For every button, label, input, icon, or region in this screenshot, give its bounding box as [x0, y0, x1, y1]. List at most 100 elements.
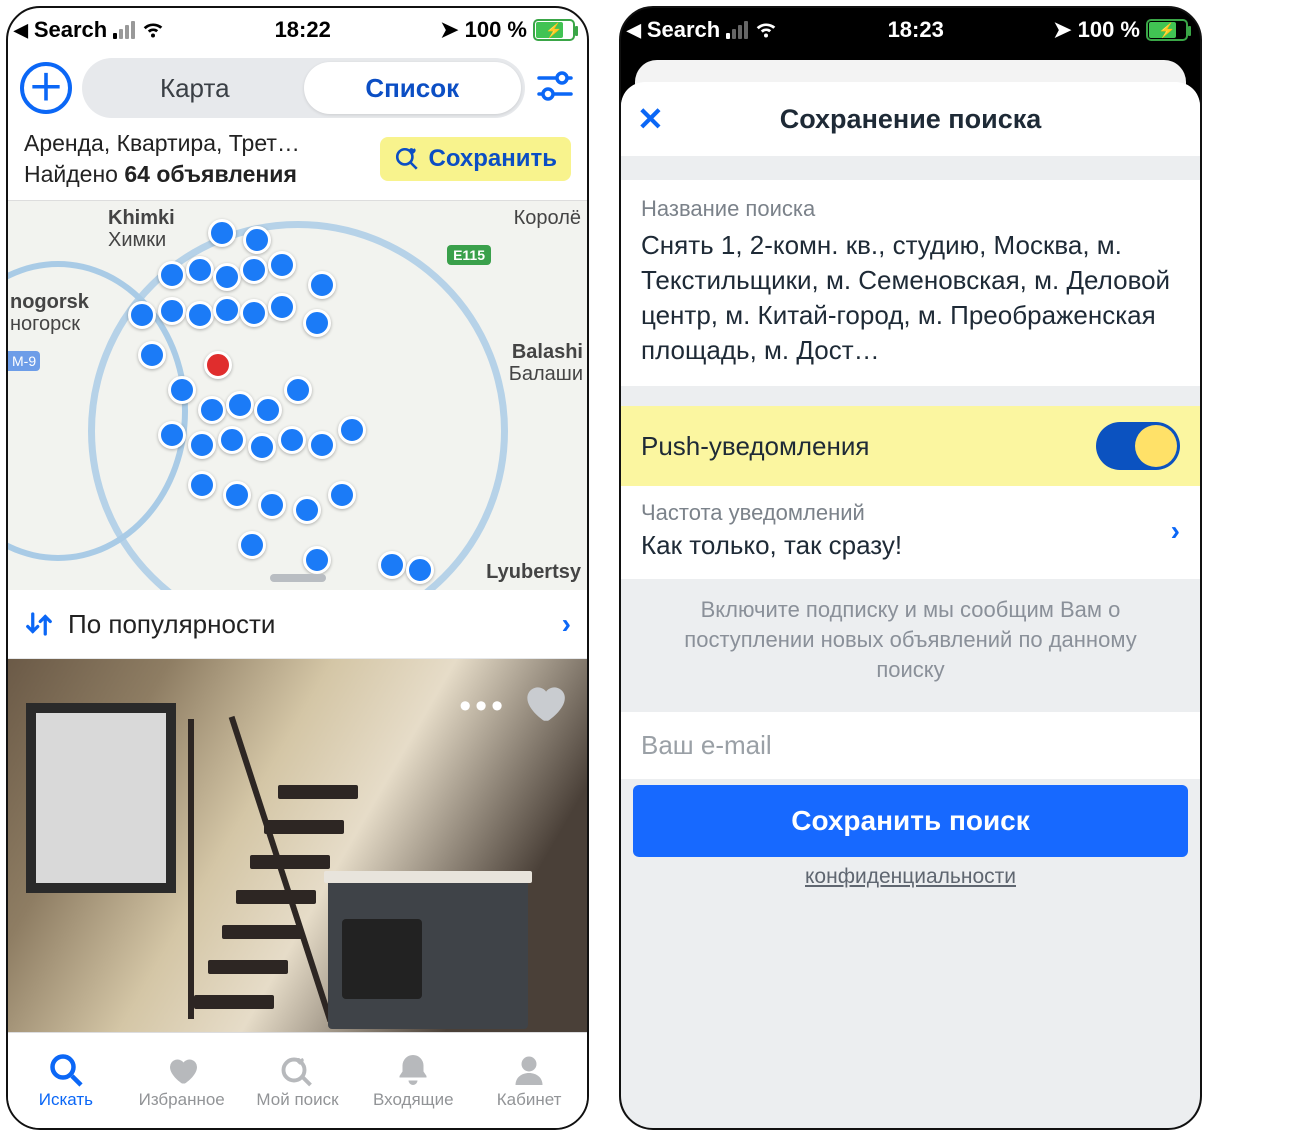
- segmented-control[interactable]: Карта Список: [82, 58, 525, 118]
- found-prefix: Найдено: [24, 161, 124, 187]
- map-pin[interactable]: [138, 341, 166, 369]
- map-pin[interactable]: [238, 531, 266, 559]
- map-pin[interactable]: [186, 256, 214, 284]
- segment-list[interactable]: Список: [304, 62, 522, 114]
- map-pin[interactable]: [278, 426, 306, 454]
- photo-kitchen: [328, 879, 528, 1029]
- map-pin[interactable]: [198, 396, 226, 424]
- map-pin[interactable]: [218, 426, 246, 454]
- map-pin[interactable]: [284, 376, 312, 404]
- favorite-button[interactable]: [519, 677, 569, 732]
- map-pin[interactable]: [168, 376, 196, 404]
- map-pin[interactable]: [243, 226, 271, 254]
- save-search-sheet: ✕ Сохранение поиска Название поиска Снят…: [621, 82, 1200, 1128]
- map-pin[interactable]: [240, 256, 268, 284]
- frequency-row[interactable]: Частота уведомлений Как только, так сраз…: [621, 486, 1200, 579]
- hint-text: Включите подписку и мы сообщим Вам о пос…: [621, 579, 1200, 700]
- map-pin[interactable]: [378, 551, 406, 579]
- more-icon[interactable]: •••: [459, 687, 507, 726]
- map-pin-current[interactable]: [204, 351, 232, 379]
- map-city-label: Balashi: [512, 341, 583, 364]
- map-city-label: Химки: [108, 229, 166, 252]
- map-pin[interactable]: [158, 261, 186, 289]
- tab-bar: Искать Избранное Мой поиск Входящие Каби…: [8, 1032, 587, 1128]
- status-time: 18:23: [888, 17, 944, 43]
- map-pin[interactable]: [293, 496, 321, 524]
- map-city-label: Khimki: [108, 207, 175, 230]
- map-pin[interactable]: [338, 416, 366, 444]
- tab-search[interactable]: Искать: [8, 1033, 124, 1128]
- tab-inbox[interactable]: Входящие: [355, 1033, 471, 1128]
- map-pin[interactable]: [208, 219, 236, 247]
- map-pin[interactable]: [328, 481, 356, 509]
- tab-label: Входящие: [373, 1090, 454, 1110]
- tab-profile[interactable]: Кабинет: [471, 1033, 587, 1128]
- chevron-right-icon: ›: [562, 608, 571, 640]
- battery-pct: 100 %: [1078, 17, 1140, 43]
- map-view[interactable]: Khimki Химки nogorsk ногорск Balashi Бал…: [8, 200, 587, 590]
- road-badge: М-9: [8, 351, 40, 371]
- map-pin[interactable]: [268, 251, 296, 279]
- privacy-link[interactable]: конфиденциальности: [621, 865, 1200, 889]
- map-pin[interactable]: [186, 301, 214, 329]
- wifi-icon: [754, 15, 778, 45]
- sort-label: По популярности: [68, 609, 275, 640]
- map-pin[interactable]: [308, 431, 336, 459]
- save-search-button[interactable]: Сохранить поиск: [633, 785, 1188, 857]
- map-pin[interactable]: [308, 271, 336, 299]
- save-chip-label: Сохранить: [428, 145, 557, 173]
- save-search-chip[interactable]: Сохранить: [380, 137, 571, 181]
- sheet-title: Сохранение поиска: [677, 104, 1184, 135]
- map-pin[interactable]: [188, 471, 216, 499]
- map-pin[interactable]: [223, 481, 251, 509]
- map-pin[interactable]: [254, 396, 282, 424]
- status-bar: ◀ Search 18:23 ➤ 100 % ⚡: [621, 8, 1200, 52]
- segment-map[interactable]: Карта: [86, 73, 304, 104]
- search-summary: Аренда, Квартира, Трет… Найдено 64 объяв…: [8, 124, 587, 200]
- toolbar: ＋ Карта Список: [8, 52, 587, 124]
- status-back-app[interactable]: Search: [647, 17, 720, 43]
- listing-photo[interactable]: •••: [8, 659, 587, 1069]
- map-pin[interactable]: [268, 293, 296, 321]
- map-pin[interactable]: [188, 431, 216, 459]
- tab-favorites[interactable]: Избранное: [124, 1033, 240, 1128]
- tab-label: Мой поиск: [256, 1090, 338, 1110]
- map-pin[interactable]: [226, 391, 254, 419]
- sheet-grabber[interactable]: [270, 574, 326, 582]
- map-city-label: ногорск: [10, 313, 80, 336]
- tab-label: Искать: [39, 1090, 93, 1110]
- map-pin[interactable]: [213, 296, 241, 324]
- close-button[interactable]: ✕: [637, 100, 677, 138]
- phone-left: ◀ Search 18:22 ➤ 100 % ⚡ ＋ Карта Список …: [6, 6, 589, 1130]
- push-label: Push-уведомления: [641, 431, 869, 462]
- map-pin[interactable]: [158, 297, 186, 325]
- search-name-value: Снять 1, 2-комн. кв., студию, Москва, м.…: [641, 228, 1180, 368]
- email-input[interactable]: Ваш e-mail: [621, 712, 1200, 779]
- map-city-label: Королё: [514, 207, 581, 230]
- battery-pct: 100 %: [465, 17, 527, 43]
- tab-label: Кабинет: [497, 1090, 562, 1110]
- push-toggle[interactable]: [1096, 422, 1180, 470]
- sort-icon: [24, 609, 54, 639]
- sort-row[interactable]: По популярности ›: [8, 590, 587, 659]
- phone-right: ◀ Search 18:23 ➤ 100 % ⚡ ✕ Сохранение по…: [619, 6, 1202, 1130]
- map-pin[interactable]: [240, 299, 268, 327]
- road-badge: E115: [447, 245, 491, 265]
- filters-button[interactable]: [535, 66, 575, 111]
- map-pin[interactable]: [303, 309, 331, 337]
- map-pin[interactable]: [303, 546, 331, 574]
- back-triangle-icon[interactable]: ◀: [14, 20, 28, 41]
- back-triangle-icon[interactable]: ◀: [627, 20, 641, 41]
- map-pin[interactable]: [406, 556, 434, 584]
- status-back-app[interactable]: Search: [34, 17, 107, 43]
- found-count: 64 объявления: [124, 161, 297, 187]
- map-pin[interactable]: [128, 301, 156, 329]
- map-pin[interactable]: [258, 491, 286, 519]
- search-name-card[interactable]: Название поиска Снять 1, 2-комн. кв., ст…: [621, 180, 1200, 386]
- tab-my-search[interactable]: Мой поиск: [240, 1033, 356, 1128]
- add-button[interactable]: ＋: [20, 62, 72, 114]
- map-pin[interactable]: [158, 421, 186, 449]
- map-pin[interactable]: [213, 263, 241, 291]
- map-pin[interactable]: [248, 433, 276, 461]
- push-row: Push-уведомления: [621, 406, 1200, 486]
